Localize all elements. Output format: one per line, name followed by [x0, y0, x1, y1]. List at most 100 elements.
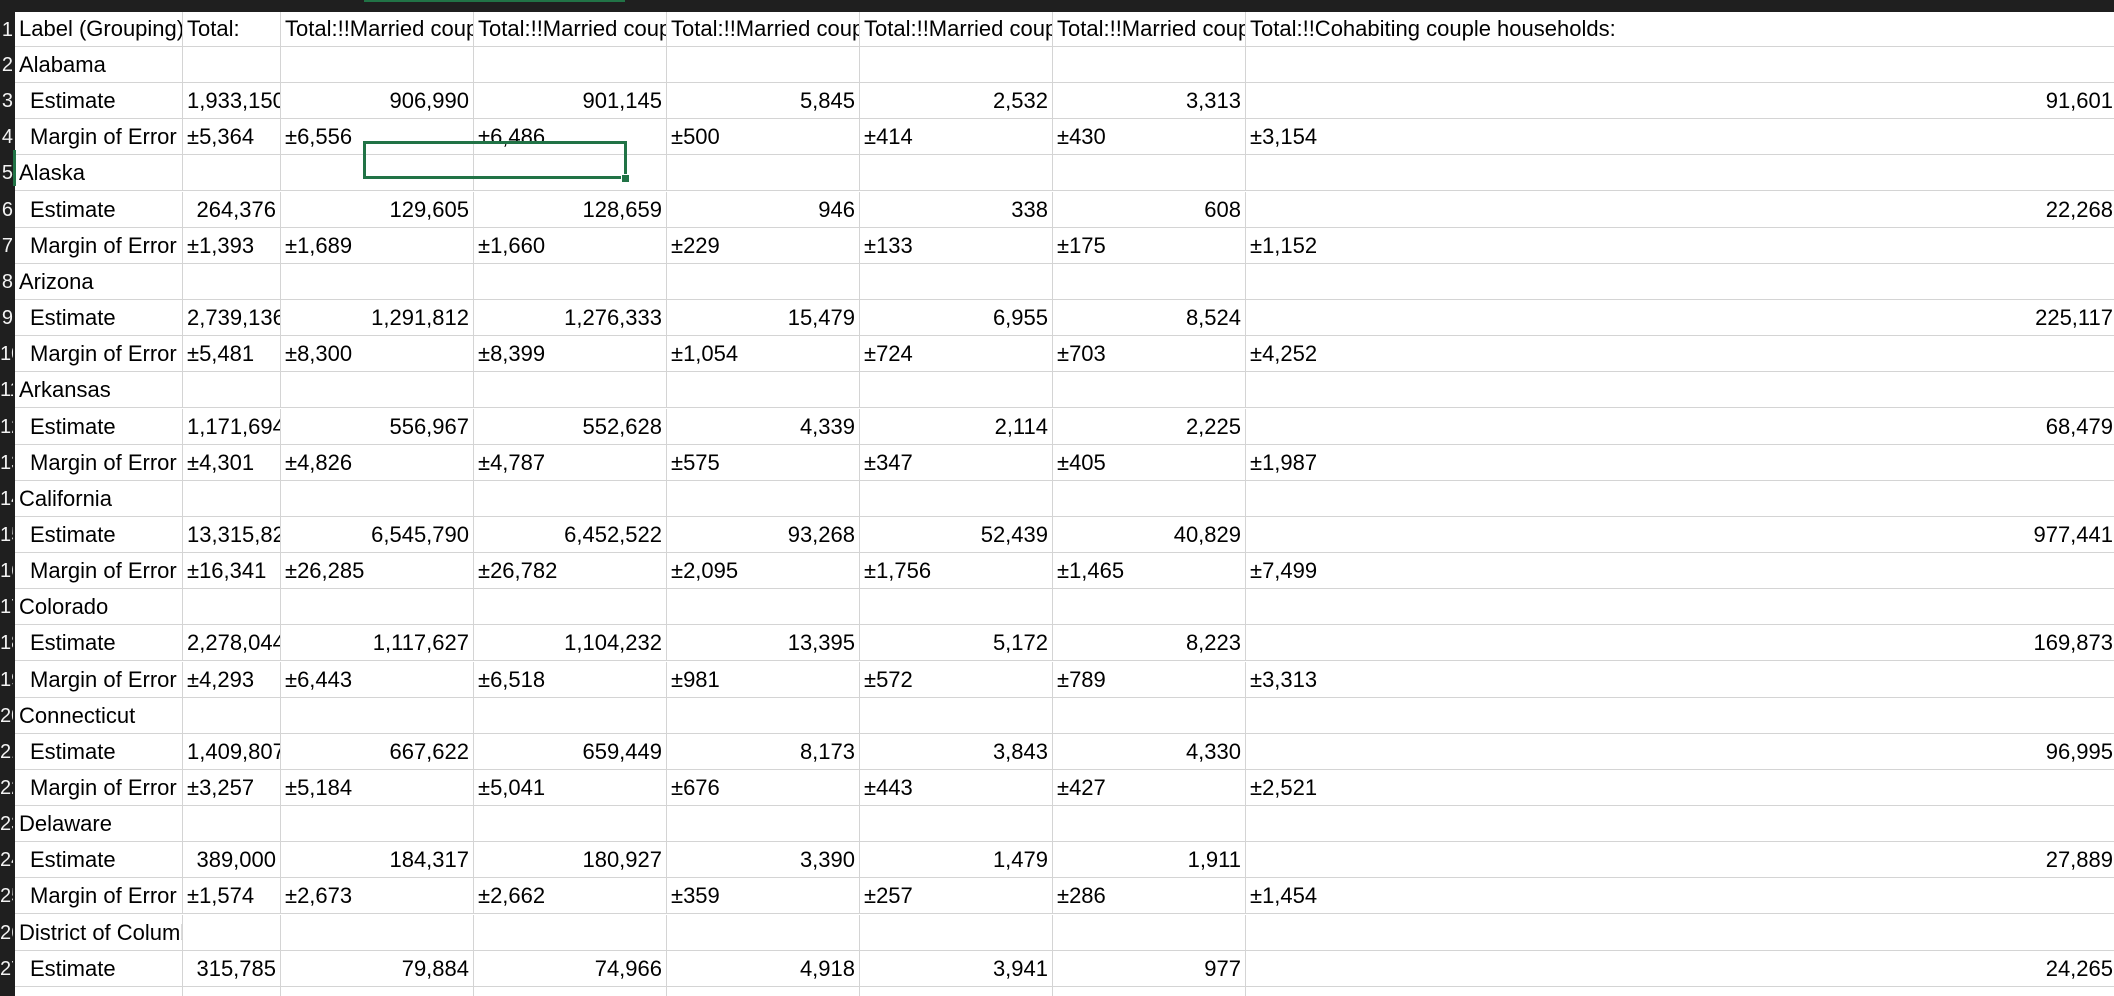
- estimate-cell[interactable]: 901,145: [474, 83, 667, 120]
- row-number[interactable]: 10: [0, 336, 13, 372]
- row-number[interactable]: 20: [0, 698, 13, 734]
- estimate-cell[interactable]: 180,927: [474, 842, 667, 879]
- state-label-cell[interactable]: Alabama: [15, 47, 183, 83]
- row-number[interactable]: 16: [0, 553, 13, 589]
- row-number[interactable]: 19: [0, 662, 13, 698]
- measure-label-cell[interactable]: Margin of Error: [15, 119, 183, 156]
- estimate-cell[interactable]: 4,339: [667, 408, 860, 445]
- estimate-cell[interactable]: 659,449: [474, 733, 667, 770]
- estimate-cell[interactable]: 6,545,790: [281, 516, 474, 553]
- estimate-cell[interactable]: 608: [1053, 191, 1246, 228]
- estimate-cell[interactable]: 15,479: [667, 300, 860, 337]
- estimate-cell[interactable]: 3,390: [667, 842, 860, 879]
- estimate-cell[interactable]: 1,479: [860, 842, 1053, 879]
- empty-cell[interactable]: [860, 589, 1053, 626]
- estimate-cell[interactable]: 96,995: [1246, 734, 2114, 770]
- estimate-cell[interactable]: 184,317: [281, 842, 474, 879]
- estimate-cell[interactable]: 225,117: [1246, 300, 2114, 337]
- empty-cell[interactable]: [667, 806, 860, 843]
- margin-of-error-cell[interactable]: ±500: [667, 119, 860, 156]
- margin-of-error-cell[interactable]: ±1,574: [183, 878, 281, 915]
- empty-cell[interactable]: [474, 589, 667, 626]
- empty-cell[interactable]: [1053, 806, 1246, 843]
- estimate-cell[interactable]: 8,524: [1053, 300, 1246, 337]
- margin-of-error-cell[interactable]: ±1,660: [474, 227, 667, 264]
- measure-label-cell[interactable]: Margin of Error: [15, 661, 183, 698]
- empty-cell[interactable]: [474, 697, 667, 734]
- margin-of-error-cell[interactable]: [474, 986, 667, 996]
- margin-of-error-cell[interactable]: ±6,556: [281, 119, 474, 156]
- empty-cell[interactable]: [474, 372, 667, 409]
- estimate-cell[interactable]: 24,265: [1246, 951, 2114, 987]
- empty-cell[interactable]: [667, 914, 860, 951]
- empty-cell[interactable]: [183, 589, 281, 626]
- column-header-cell[interactable]: Label (Grouping): [15, 12, 183, 47]
- margin-of-error-cell[interactable]: ±5,041: [474, 770, 667, 806]
- empty-cell[interactable]: [860, 155, 1053, 192]
- margin-of-error-cell[interactable]: ±3,313: [1246, 662, 2114, 698]
- margin-of-error-cell[interactable]: ±789: [1053, 661, 1246, 698]
- estimate-cell[interactable]: 977,441: [1246, 517, 2114, 553]
- empty-cell[interactable]: [667, 372, 860, 409]
- margin-of-error-cell[interactable]: ±16,341: [183, 553, 281, 590]
- empty-cell[interactable]: [1246, 806, 2114, 843]
- margin-of-error-cell[interactable]: ±4,293: [183, 661, 281, 698]
- estimate-cell[interactable]: 2,532: [860, 83, 1053, 120]
- margin-of-error-cell[interactable]: ±359: [667, 878, 860, 915]
- empty-cell[interactable]: [474, 480, 667, 517]
- state-label-cell[interactable]: District of Columbia: [15, 914, 183, 951]
- estimate-cell[interactable]: 552,628: [474, 408, 667, 445]
- empty-cell[interactable]: [281, 372, 474, 409]
- margin-of-error-cell[interactable]: [1246, 987, 2114, 996]
- margin-of-error-cell[interactable]: ±5,481: [183, 336, 281, 373]
- margin-of-error-cell[interactable]: ±2,662: [474, 878, 667, 915]
- estimate-cell[interactable]: 27,889: [1246, 842, 2114, 879]
- margin-of-error-cell[interactable]: ±703: [1053, 336, 1246, 373]
- empty-cell[interactable]: [474, 47, 667, 83]
- estimate-cell[interactable]: 338: [860, 191, 1053, 228]
- estimate-cell[interactable]: 68,479: [1246, 409, 2114, 445]
- empty-cell[interactable]: [1246, 155, 2114, 192]
- measure-label-cell[interactable]: Estimate: [15, 83, 183, 120]
- empty-cell[interactable]: [667, 155, 860, 192]
- estimate-cell[interactable]: 1,933,150: [183, 83, 281, 120]
- empty-cell[interactable]: [474, 155, 667, 192]
- measure-label-cell[interactable]: Estimate: [15, 625, 183, 662]
- measure-label-cell[interactable]: Margin of Error: [15, 986, 183, 996]
- empty-cell[interactable]: [183, 914, 281, 951]
- margin-of-error-cell[interactable]: ±4,301: [183, 444, 281, 481]
- empty-cell[interactable]: [281, 697, 474, 734]
- margin-of-error-cell[interactable]: ±572: [860, 661, 1053, 698]
- column-header-cell[interactable]: Total:!!Cohabiting couple households:: [1246, 12, 2114, 47]
- estimate-cell[interactable]: 1,409,807: [183, 733, 281, 770]
- measure-label-cell[interactable]: Margin of Error: [15, 227, 183, 264]
- row-number[interactable]: 26: [0, 915, 13, 951]
- margin-of-error-cell[interactable]: ±5,364: [183, 119, 281, 156]
- estimate-cell[interactable]: 6,955: [860, 300, 1053, 337]
- fill-handle[interactable]: [621, 174, 630, 183]
- margin-of-error-cell[interactable]: ±4,252: [1246, 336, 2114, 373]
- empty-cell[interactable]: [1246, 698, 2114, 734]
- column-header-cell[interactable]: Total:!!Married couple households:: [281, 12, 474, 47]
- empty-cell[interactable]: [860, 697, 1053, 734]
- empty-cell[interactable]: [183, 263, 281, 300]
- state-label-cell[interactable]: Arizona: [15, 263, 183, 300]
- empty-cell[interactable]: [183, 155, 281, 192]
- margin-of-error-cell[interactable]: ±4,826: [281, 444, 474, 481]
- estimate-cell[interactable]: 1,911: [1053, 842, 1246, 879]
- margin-of-error-cell[interactable]: ±5,184: [281, 770, 474, 806]
- estimate-cell[interactable]: 40,829: [1053, 516, 1246, 553]
- row-number[interactable]: 5: [0, 155, 13, 191]
- row-number[interactable]: 14: [0, 481, 13, 517]
- empty-cell[interactable]: [860, 806, 1053, 843]
- estimate-cell[interactable]: 1,104,232: [474, 625, 667, 662]
- margin-of-error-cell[interactable]: ±133: [860, 227, 1053, 264]
- empty-cell[interactable]: [860, 914, 1053, 951]
- margin-of-error-cell[interactable]: ±430: [1053, 119, 1246, 156]
- estimate-cell[interactable]: 169,873: [1246, 625, 2114, 662]
- estimate-cell[interactable]: 946: [667, 191, 860, 228]
- empty-cell[interactable]: [1246, 372, 2114, 409]
- empty-cell[interactable]: [1053, 697, 1246, 734]
- row-number[interactable]: 9: [0, 300, 13, 336]
- empty-cell[interactable]: [860, 47, 1053, 83]
